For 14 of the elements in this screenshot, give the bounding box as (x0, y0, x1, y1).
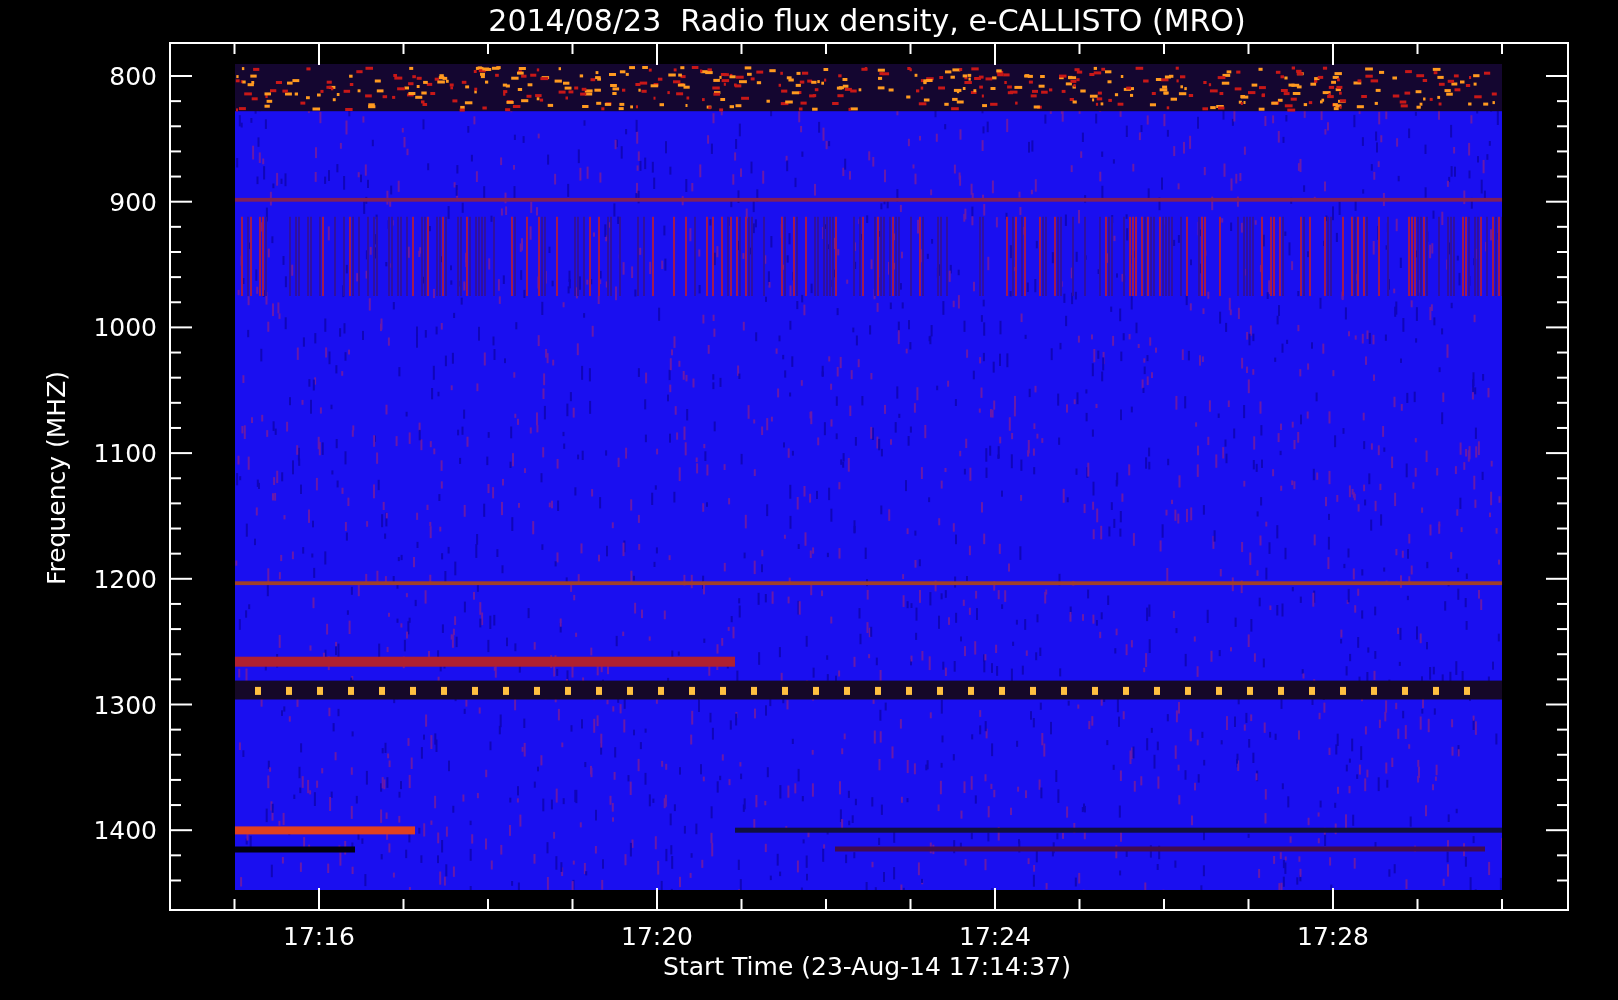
y-tick-label: 1300 (93, 692, 157, 717)
y-tick-label: 1400 (93, 817, 157, 843)
x-tick-label: 17:20 (621, 923, 693, 949)
y-tick-label: 900 (109, 189, 157, 215)
chart-title: 2014/08/23 Radio flux density, e-CALLISTO (MRO) (488, 6, 1246, 36)
x-tick-label: 17:16 (283, 923, 355, 949)
y-tick-label: 800 (109, 63, 157, 89)
y-axis-label: Frequency (MHZ) (43, 370, 69, 586)
x-axis-label: Start Time (23-Aug-14 17:14:37) (663, 953, 1071, 979)
y-tick-label: 1100 (93, 440, 157, 466)
x-tick-label: 17:28 (1297, 923, 1369, 949)
y-tick-label: 1200 (93, 566, 157, 592)
x-tick-label: 17:24 (959, 923, 1031, 949)
y-tick-label: 1000 (93, 314, 157, 340)
